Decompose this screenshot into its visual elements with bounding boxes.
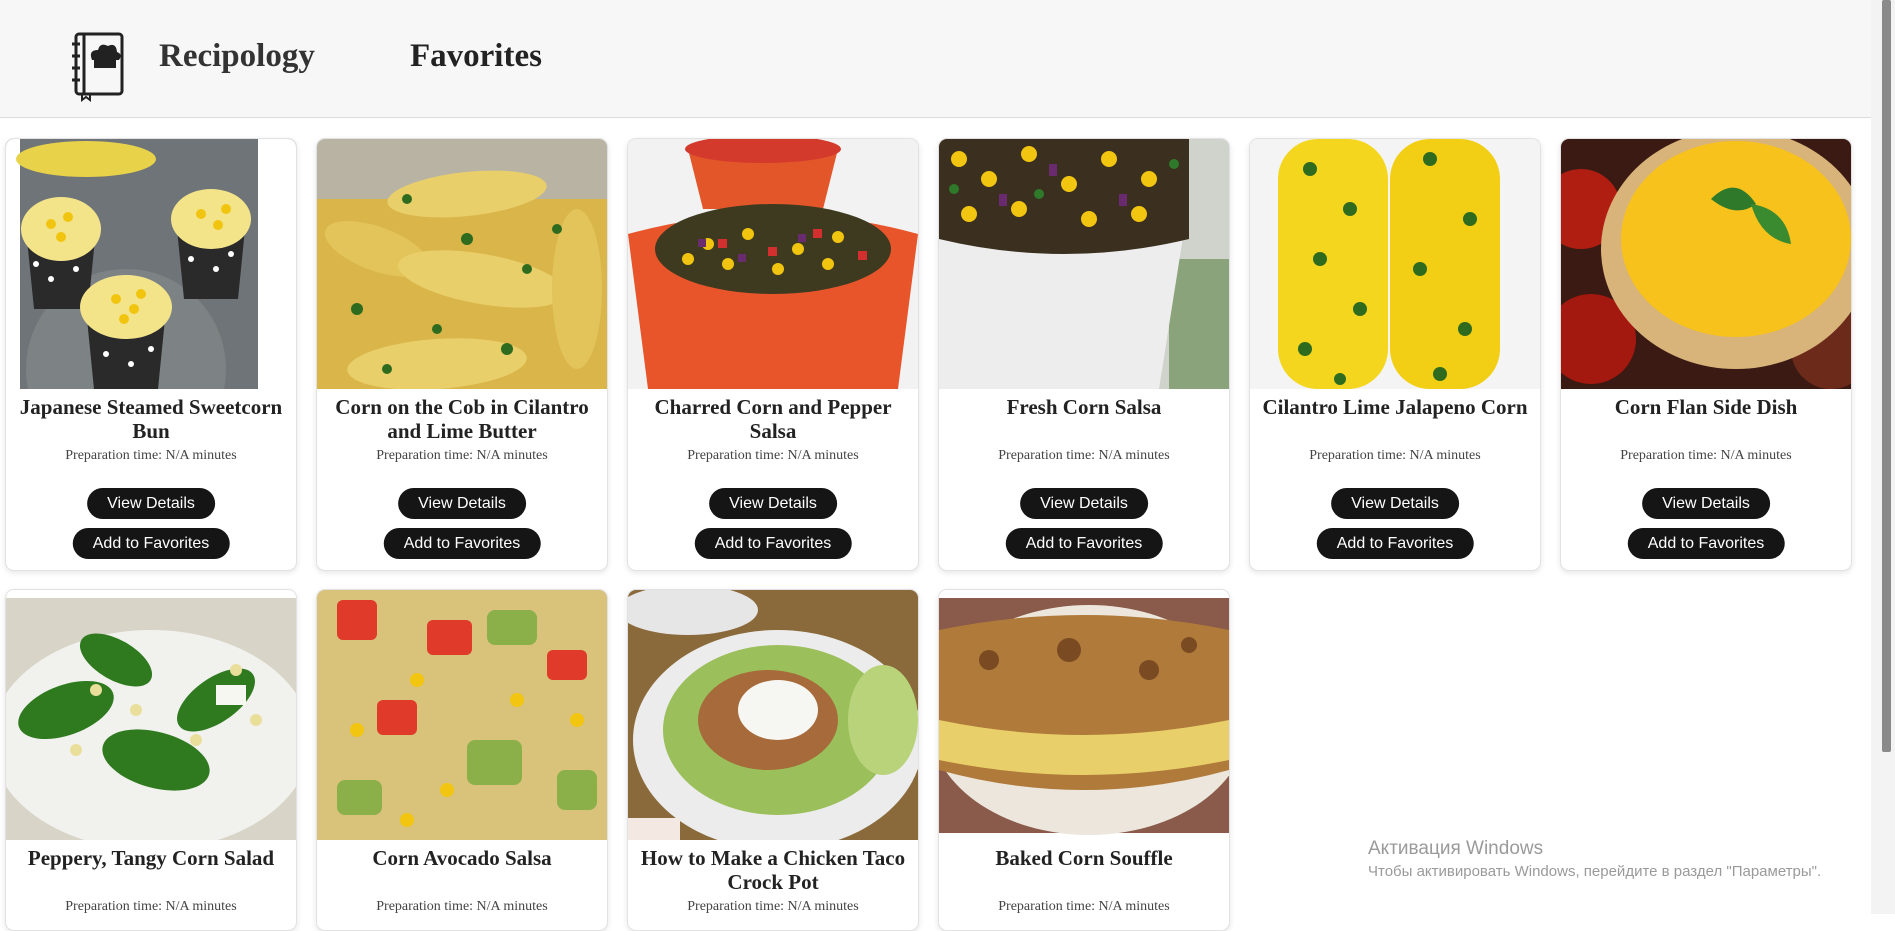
view-details-button[interactable]: View Details [398, 488, 526, 519]
view-details-button[interactable]: View Details [87, 488, 215, 519]
recipe-image [6, 139, 296, 389]
recipe-card: Cilantro Lime Jalapeno Corn Preparation … [1249, 138, 1541, 571]
recipe-title: Charred Corn and Pepper Salsa [654, 395, 892, 443]
prep-time: Preparation time: N/A minutes [376, 899, 548, 914]
recipe-card: Corn Avocado Salsa Preparation time: N/A… [316, 589, 608, 931]
add-to-favorites-button[interactable]: Add to Favorites [1005, 528, 1163, 559]
prep-time: Preparation time: N/A minutes [687, 899, 859, 914]
recipe-card: How to Make a Chicken Taco Crock Pot Pre… [627, 589, 919, 931]
top-header: Recipology Favorites [0, 0, 1871, 118]
add-to-favorites-button[interactable]: Add to Favorites [1627, 528, 1785, 559]
add-to-favorites-button[interactable]: Add to Favorites [1316, 528, 1474, 559]
prep-time: Preparation time: N/A minutes [1309, 448, 1481, 463]
recipe-image [628, 590, 918, 840]
prep-time: Preparation time: N/A minutes [376, 448, 548, 463]
view-details-button[interactable]: View Details [1331, 488, 1459, 519]
recipe-title: Japanese Steamed Sweetcorn Bun [19, 395, 283, 443]
recipe-image [1561, 139, 1851, 389]
prep-time: Preparation time: N/A minutes [998, 899, 1170, 914]
prep-time: Preparation time: N/A minutes [687, 448, 859, 463]
nav-favorites-link[interactable]: Favorites [410, 38, 542, 75]
recipe-title: How to Make a Chicken Taco Crock Pot [640, 846, 906, 894]
recipe-image [317, 139, 607, 389]
recipe-title: Corn Avocado Salsa [372, 846, 552, 870]
recipe-card: Charred Corn and Pepper Salsa Preparatio… [627, 138, 919, 571]
recipe-card: Baked Corn Souffle Preparation time: N/A… [938, 589, 1230, 931]
brand-name[interactable]: Recipology [159, 38, 315, 75]
recipe-image [628, 139, 918, 389]
windows-activation-watermark: Активация Windows Чтобы активировать Win… [1368, 838, 1821, 880]
recipe-image [1250, 139, 1540, 389]
scrollbar-thumb[interactable] [1882, 0, 1891, 752]
watermark-title: Активация Windows [1368, 838, 1544, 859]
recipe-card: Japanese Steamed Sweetcorn Bun Preparati… [5, 138, 297, 571]
recipe-title: Corn Flan Side Dish [1614, 395, 1798, 419]
recipe-card: Fresh Corn Salsa Preparation time: N/A m… [938, 138, 1230, 571]
recipe-book-chef-hat-icon [72, 32, 124, 102]
recipe-image [939, 139, 1229, 389]
prep-time: Preparation time: N/A minutes [65, 448, 237, 463]
watermark-subtitle: Чтобы активировать Windows, перейдите в … [1368, 863, 1822, 880]
prep-time: Preparation time: N/A minutes [1620, 448, 1792, 463]
view-details-button[interactable]: View Details [709, 488, 837, 519]
recipe-image [317, 590, 607, 840]
view-details-button[interactable]: View Details [1642, 488, 1770, 519]
prep-time: Preparation time: N/A minutes [998, 448, 1170, 463]
recipe-image [939, 590, 1229, 840]
recipe-card: Corn on the Cob in Cilantro and Lime But… [316, 138, 608, 571]
recipe-title: Cilantro Lime Jalapeno Corn [1262, 395, 1528, 419]
recipe-card: Peppery, Tangy Corn Salad Preparation ti… [5, 589, 297, 931]
recipe-title: Fresh Corn Salsa [1006, 395, 1162, 419]
recipe-card: Corn Flan Side Dish Preparation time: N/… [1560, 138, 1852, 571]
recipe-image [6, 590, 296, 840]
view-details-button[interactable]: View Details [1020, 488, 1148, 519]
add-to-favorites-button[interactable]: Add to Favorites [72, 528, 230, 559]
recipe-title: Peppery, Tangy Corn Salad [27, 846, 275, 870]
recipe-title: Baked Corn Souffle [995, 846, 1173, 870]
add-to-favorites-button[interactable]: Add to Favorites [383, 528, 541, 559]
prep-time: Preparation time: N/A minutes [65, 899, 237, 914]
recipe-title: Corn on the Cob in Cilantro and Lime But… [335, 395, 589, 443]
add-to-favorites-button[interactable]: Add to Favorites [694, 528, 852, 559]
